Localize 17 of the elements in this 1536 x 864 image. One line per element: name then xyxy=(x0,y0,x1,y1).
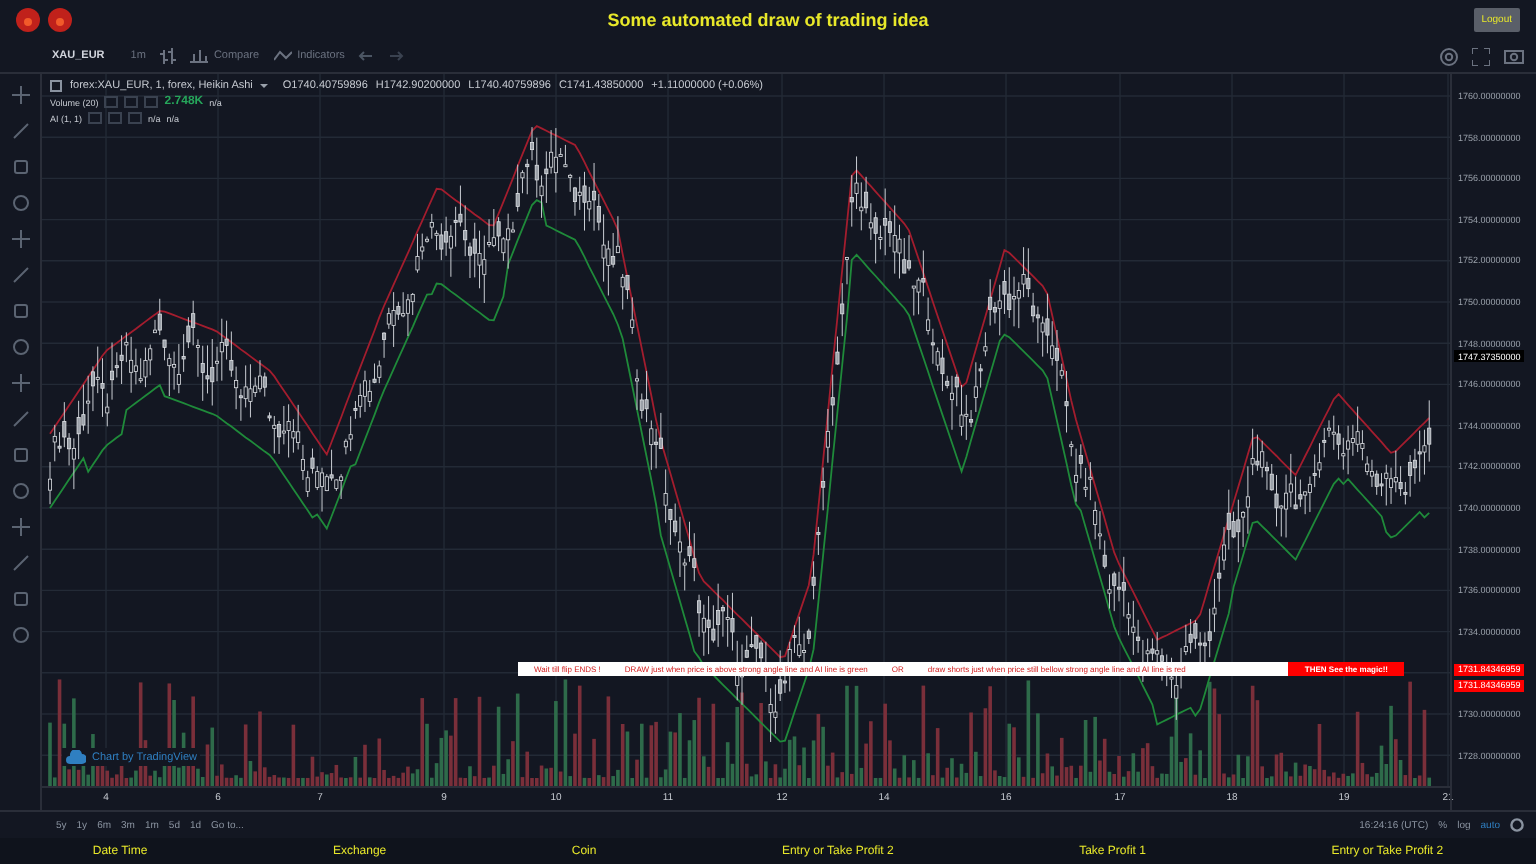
undo-icon[interactable] xyxy=(358,49,375,63)
settings-icon[interactable] xyxy=(1510,818,1524,832)
caret-icon[interactable] xyxy=(260,84,269,88)
settings-icon[interactable] xyxy=(1440,47,1458,65)
cloud-icon xyxy=(66,750,86,764)
redo-icon[interactable] xyxy=(388,49,405,63)
bars-icon[interactable] xyxy=(159,47,176,65)
bar-chart-icon xyxy=(189,49,208,63)
camera-icon[interactable] xyxy=(1504,48,1524,64)
logo-icon xyxy=(16,8,40,32)
series-checkbox[interactable] xyxy=(50,80,62,92)
crosshair-icon[interactable] xyxy=(11,86,29,104)
trend-line-icon[interactable] xyxy=(11,122,29,140)
logo-icon xyxy=(48,8,72,32)
page-title: Some automated draw of trading idea xyxy=(607,10,929,30)
line-chart-icon xyxy=(273,50,292,62)
fullscreen-icon[interactable] xyxy=(1472,47,1490,65)
